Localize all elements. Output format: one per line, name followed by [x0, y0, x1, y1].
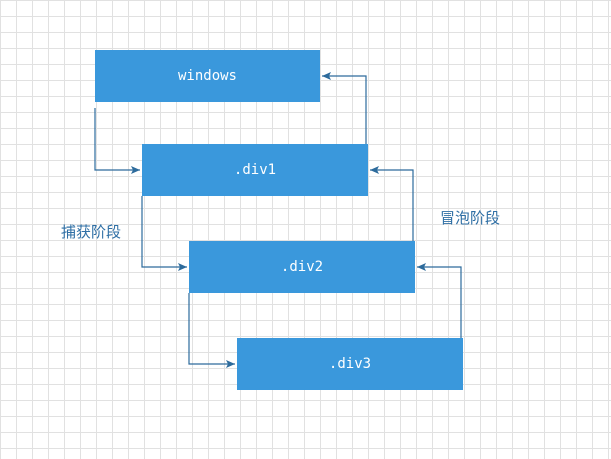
capture-arrow-windows-to-div1: [94, 108, 140, 174]
node-div2: .div2: [189, 241, 415, 293]
node-div1-label: .div1: [233, 162, 277, 178]
bubble-arrow-div2-to-div1: [370, 166, 414, 241]
node-windows-label: windows: [177, 68, 237, 84]
node-div3: .div3: [237, 338, 463, 390]
capture-phase-label: 捕获阶段: [61, 223, 122, 241]
node-div2-label: .div2: [280, 259, 324, 275]
capture-arrow-div1-to-div2: [141, 196, 187, 271]
node-div1: .div1: [142, 144, 368, 196]
bubble-arrow-div3-to-div2: [417, 263, 462, 338]
node-div3-label: .div3: [328, 356, 372, 372]
node-windows: windows: [95, 50, 320, 102]
bubble-phase-label: 冒泡阶段: [440, 209, 501, 227]
capture-arrow-div2-to-div3: [188, 293, 235, 368]
bubble-arrow-div1-to-windows: [322, 72, 367, 144]
